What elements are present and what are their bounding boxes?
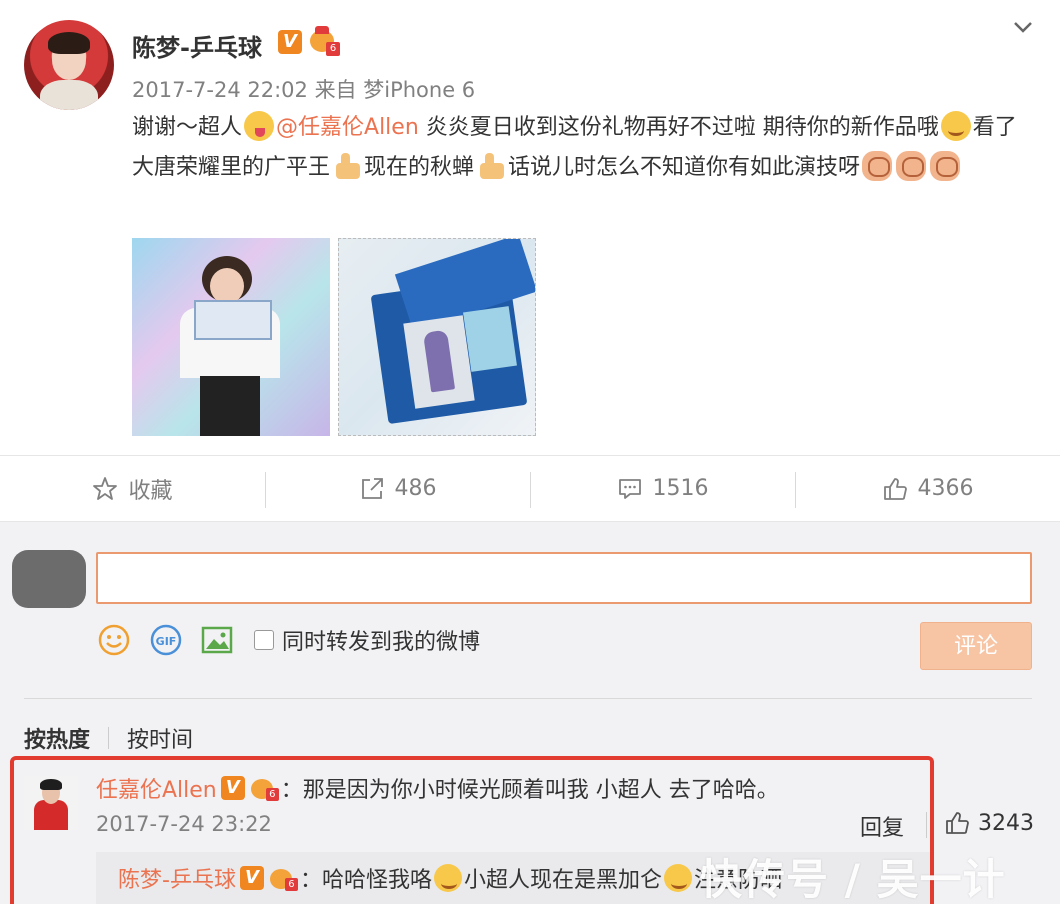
comment-input[interactable] — [96, 552, 1032, 604]
source-device: 梦iPhone 6 — [363, 78, 476, 102]
photo-box-items — [463, 306, 517, 372]
repost-checkbox[interactable] — [254, 630, 274, 650]
wink-tongue-emoji-icon — [244, 111, 275, 141]
thumbs-up-icon — [946, 812, 969, 834]
comment-count: 1516 — [652, 476, 709, 501]
fist-emoji-icon — [862, 151, 893, 181]
photo-gift-card — [194, 300, 272, 340]
post-time[interactable]: 2017-7-24 22:02 — [132, 78, 308, 102]
level-number: 6 — [326, 42, 340, 56]
divider — [24, 698, 1032, 699]
photo-face — [210, 268, 244, 304]
smile-emoji-icon — [940, 111, 971, 141]
verified-badge: V — [278, 30, 302, 54]
thumbs-up-icon — [883, 477, 907, 500]
level-badge: 6 — [308, 26, 340, 56]
post-image-2[interactable] — [338, 238, 536, 436]
sort-by-hot-tab[interactable]: 按热度 — [24, 722, 90, 754]
repost-button[interactable]: 486 — [265, 456, 530, 521]
post-text-1: 谢谢～超人 — [132, 115, 243, 140]
gif-icon[interactable]: GIF — [148, 622, 184, 658]
photo-legs — [200, 376, 260, 436]
repost-checkbox-label: 同时转发到我的微博 — [282, 630, 481, 655]
favorite-label: 收藏 — [128, 478, 173, 504]
author-avatar[interactable] — [24, 20, 114, 110]
post-text-4: 现在的秋蝉 — [364, 155, 475, 180]
thumbs-up-emoji-icon — [476, 151, 506, 181]
like-count: 4366 — [917, 476, 974, 501]
fist-emoji-icon — [930, 151, 961, 181]
favorite-button[interactable]: 收藏 — [0, 456, 265, 521]
weibo-post: 陈梦-乒乓球 V 6 2017-7-24 22:02 来自 梦iPhone 6 … — [0, 0, 1060, 455]
chevron-down-icon[interactable] — [1012, 16, 1034, 38]
submit-comment-button[interactable]: 评论 — [920, 622, 1032, 670]
like-button[interactable]: 4366 — [795, 456, 1060, 521]
thumbs-up-emoji-icon — [332, 151, 362, 181]
image-icon[interactable] — [199, 622, 235, 658]
avatar-shirt — [40, 80, 98, 110]
repost-count: 486 — [394, 476, 437, 501]
comment-icon — [618, 478, 641, 499]
source-prefix: 来自 — [314, 78, 357, 102]
fist-emoji-icon — [896, 151, 927, 181]
post-timestamp: 2017-7-24 22:02 来自 梦iPhone 6 — [132, 74, 475, 104]
post-image-1[interactable] — [132, 238, 330, 436]
action-bar: 收藏 486 1516 4366 — [0, 455, 1060, 522]
current-user-avatar — [12, 550, 86, 608]
share-icon — [361, 477, 383, 499]
post-text-2: 炎炎夏日收到这份礼物再好不过啦 期待你的新作品哦 — [418, 115, 939, 140]
star-icon — [93, 476, 118, 500]
watermark: 快传号 / 吴一计 — [700, 855, 1006, 904]
post-text-5: 话说儿时怎么不知道你有如此演技呀 — [508, 155, 861, 180]
sort-by-time-tab[interactable]: 按时间 — [127, 722, 193, 754]
mention-link[interactable]: @任嘉伦Allen — [276, 115, 419, 140]
comment-like-count: 3243 — [978, 810, 1034, 836]
comment-button[interactable]: 1516 — [530, 456, 795, 521]
comment-like-button[interactable]: 3243 — [944, 810, 1034, 836]
emoji-icon[interactable] — [96, 622, 132, 658]
post-content: 谢谢～超人 @任嘉伦Allen 炎炎夏日收到这份礼物再好不过啦 期待你的新作品哦看… — [132, 108, 1032, 188]
repost-option[interactable]: 同时转发到我的微博 — [254, 624, 480, 656]
svg-text:GIF: GIF — [156, 635, 177, 648]
sort-tabs: 按热度 按时间 — [24, 722, 193, 754]
sort-separator — [108, 727, 110, 749]
author-name[interactable]: 陈梦-乒乓球 — [132, 28, 262, 63]
avatar-hair — [48, 32, 90, 54]
